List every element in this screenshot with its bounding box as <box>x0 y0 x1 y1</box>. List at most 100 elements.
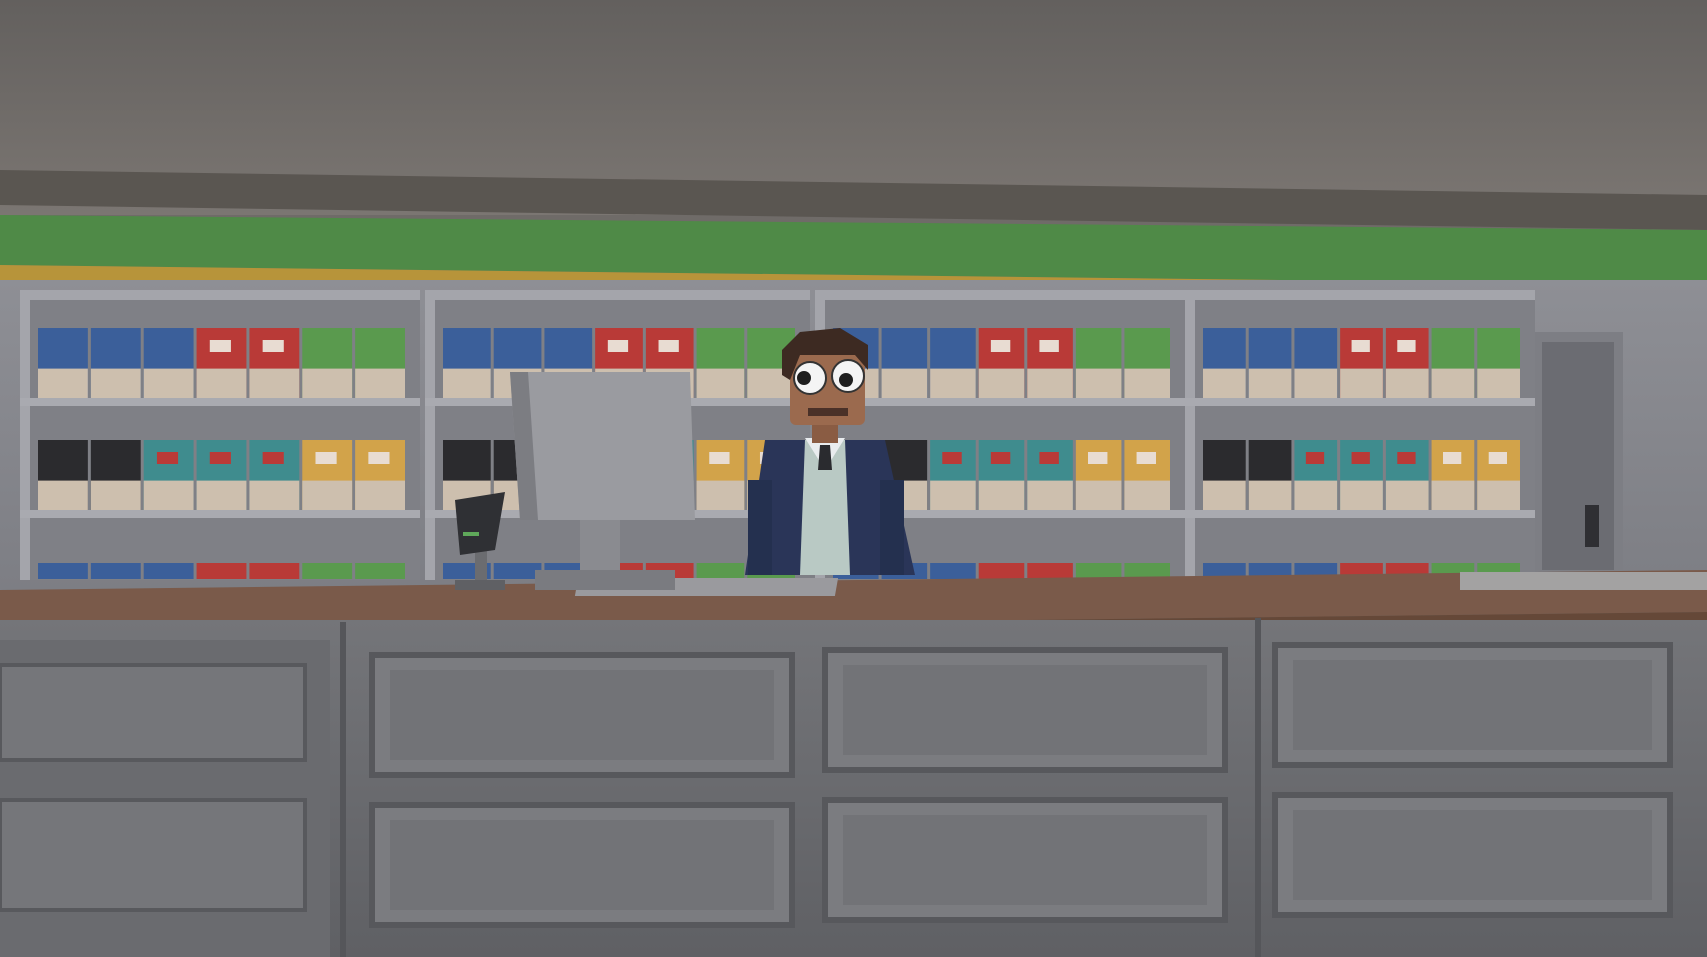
shelf-box-tag <box>209 340 231 352</box>
shelf-box <box>38 563 88 579</box>
shelf-box-label <box>881 368 928 398</box>
shelf-box-tag <box>1351 452 1370 464</box>
shelf-plank <box>20 510 420 518</box>
shelf-box-label <box>1340 480 1383 510</box>
shelf-box-tag <box>1397 340 1416 352</box>
shelf-box-label <box>696 368 745 398</box>
shelf-box <box>302 563 353 579</box>
shelf-box-tag <box>1088 452 1108 464</box>
shelf-box-label <box>249 368 300 398</box>
shelf-box-label <box>1294 480 1338 510</box>
shelf-box-tag <box>1136 452 1156 464</box>
shelf-box-label <box>1340 368 1383 398</box>
shelf-box-tag <box>607 340 629 352</box>
shelf-unit-top <box>815 290 1185 300</box>
shelf-box-label <box>196 480 247 510</box>
shelf-box-label <box>1075 368 1122 398</box>
shelf-box-label <box>1027 368 1073 398</box>
back-door <box>1533 332 1623 570</box>
shelf-box-label <box>1431 368 1475 398</box>
shelf-box-label <box>1124 368 1170 398</box>
game-scene <box>0 0 1707 957</box>
shelf-box-tag <box>368 452 390 464</box>
shelf-box-tag <box>1397 452 1416 464</box>
shelf-box-tag <box>1039 340 1059 352</box>
shelf-box-label <box>143 480 194 510</box>
scene-canvas <box>0 0 1707 957</box>
shelf-box-label <box>196 368 247 398</box>
shelf-box-tag <box>262 452 284 464</box>
shelf-plank <box>815 398 1185 406</box>
shelf-box <box>143 563 194 579</box>
shelf-box <box>696 563 745 579</box>
shelf-box <box>196 563 247 579</box>
shelf-box-label <box>38 368 88 398</box>
shelf-box-label <box>1203 368 1246 398</box>
shelf-box <box>249 563 300 579</box>
shelf-box-tag <box>1351 340 1370 352</box>
shopkeeper-beard <box>808 408 848 416</box>
shelf-unit-side <box>1185 290 1195 580</box>
shelf-box-label <box>1385 480 1429 510</box>
shelf-box-label <box>249 480 300 510</box>
shelf-box-label <box>1203 480 1246 510</box>
shelf-plank <box>20 398 420 406</box>
shelf-box-tag <box>1488 452 1507 464</box>
shelf-plank <box>1185 510 1535 518</box>
shelf-box-label <box>696 480 745 510</box>
shelf-box-label <box>1124 480 1170 510</box>
shelf-box <box>930 563 976 579</box>
shelf-box-label <box>1477 480 1520 510</box>
shelf-box-label <box>1385 368 1429 398</box>
shelf-box <box>493 563 542 579</box>
shelf-unit-side <box>20 290 30 580</box>
shelf-box-label <box>978 368 1025 398</box>
shelf-box <box>1027 563 1073 579</box>
shelf-box-tag <box>658 340 679 352</box>
shelf-box-label <box>930 480 976 510</box>
pupil-right <box>839 373 853 387</box>
shelf-box-tag <box>709 452 730 464</box>
shelf-box-tag <box>1039 452 1059 464</box>
shelf-plank <box>1185 398 1535 406</box>
shelf-box-tag <box>990 340 1011 352</box>
shelf-box-label <box>38 480 88 510</box>
shelf-box-label <box>930 368 976 398</box>
shelf-unit-top <box>20 290 420 300</box>
shelf-box-tag <box>262 340 284 352</box>
shelf-box <box>1075 563 1122 579</box>
shelf-box-label <box>1027 480 1073 510</box>
shelf-box-label <box>355 480 405 510</box>
shelf-box-label <box>1075 480 1122 510</box>
shelf-box-label <box>302 368 353 398</box>
shelf-box-label <box>355 368 405 398</box>
shelf-box-tag <box>209 452 231 464</box>
shelf-box-label <box>1294 368 1338 398</box>
shelf-box-tag <box>156 452 179 464</box>
counter-mat-right <box>1460 572 1707 590</box>
shelf-box-tag <box>942 452 962 464</box>
shelf-box-label <box>302 480 353 510</box>
shelf-unit-side <box>425 290 435 580</box>
shelf-box-tag <box>315 452 337 464</box>
shelf-box <box>355 563 405 579</box>
shelf-box-tag <box>1305 452 1325 464</box>
shelf-box-label <box>443 368 491 398</box>
shelf-box <box>90 563 141 579</box>
shelf-box-label <box>1248 480 1292 510</box>
shelf-unit-top <box>425 290 810 300</box>
shelf-box-label <box>1248 368 1292 398</box>
shelf-box-label <box>143 368 194 398</box>
shelf-box-label <box>90 480 141 510</box>
shopkeeper-arm-right <box>880 480 904 575</box>
shelf-unit-top <box>1185 290 1535 300</box>
shopkeeper-arm-left <box>748 480 772 575</box>
shelf-box-tag <box>990 452 1011 464</box>
shelf-box-tag <box>1443 452 1462 464</box>
shelf-box-label <box>90 368 141 398</box>
pupil-left <box>797 371 811 385</box>
shelf-box-label <box>1477 368 1520 398</box>
shopkeeper-tie <box>818 445 832 470</box>
shelf-box-label <box>1431 480 1475 510</box>
shelf-box <box>978 563 1025 579</box>
